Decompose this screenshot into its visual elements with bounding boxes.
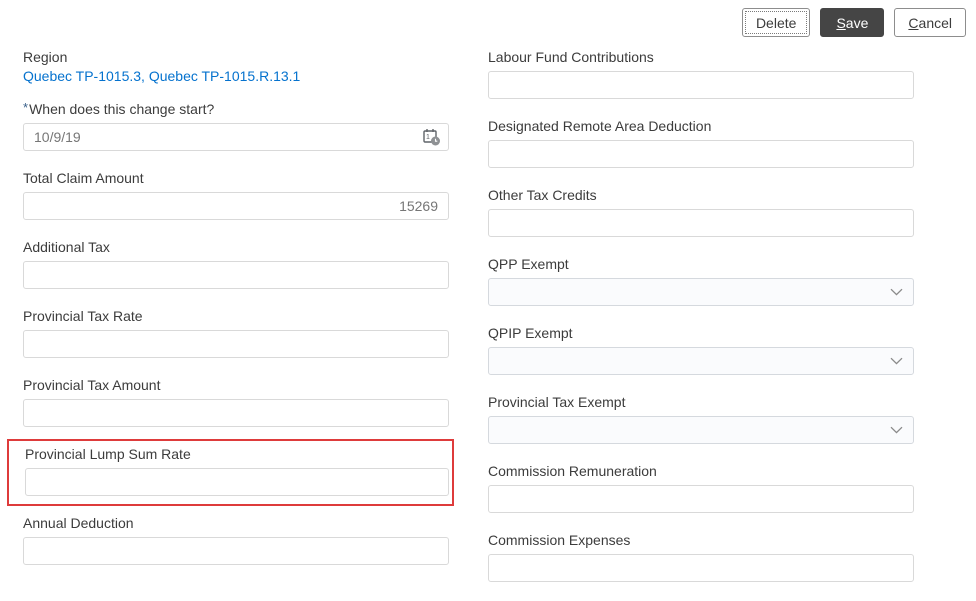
- qpp-exempt-group: QPP Exempt: [488, 256, 914, 306]
- svg-text:1: 1: [426, 134, 430, 141]
- provincial-tax-exempt-select[interactable]: [488, 416, 914, 444]
- commission-remuneration-group: Commission Remuneration: [488, 463, 914, 513]
- left-column: Region Quebec TP-1015.3, Quebec TP-1015.…: [7, 49, 454, 601]
- delete-button-label: Delete: [755, 14, 797, 31]
- qpip-exempt-label: QPIP Exempt: [488, 325, 573, 341]
- provincial-tax-exempt-label: Provincial Tax Exempt: [488, 394, 626, 410]
- toolbar: Delete Save Cancel: [741, 8, 966, 37]
- annual-deduction-input[interactable]: [23, 537, 449, 565]
- chevron-down-icon: [890, 352, 903, 370]
- region-label: Region: [23, 49, 68, 65]
- save-button-accesskey: S: [836, 14, 846, 31]
- remote-area-deduction-input[interactable]: [488, 140, 914, 168]
- commission-remuneration-label: Commission Remuneration: [488, 463, 657, 479]
- qpp-exempt-label: QPP Exempt: [488, 256, 569, 272]
- cancel-button-label: ancel: [918, 14, 952, 31]
- right-column: Labour Fund Contributions Designated Rem…: [488, 49, 914, 601]
- provincial-lump-sum-rate-group-highlighted: Provincial Lump Sum Rate: [7, 439, 454, 506]
- provincial-tax-rate-label: Provincial Tax Rate: [23, 308, 143, 324]
- labour-fund-group: Labour Fund Contributions: [488, 49, 914, 99]
- start-date-group: *When does this change start? 1: [23, 100, 449, 151]
- chevron-down-icon: [890, 283, 903, 301]
- region-value-link[interactable]: Quebec TP-1015.3, Quebec TP-1015.R.13.1: [23, 68, 300, 84]
- calendar-clock-icon[interactable]: 1: [422, 128, 441, 147]
- start-date-label: *When does this change start?: [23, 100, 215, 117]
- cancel-button-accesskey: C: [908, 14, 919, 31]
- provincial-tax-amount-group: Provincial Tax Amount: [23, 377, 449, 427]
- provincial-tax-rate-input[interactable]: [23, 330, 449, 358]
- additional-tax-label: Additional Tax: [23, 239, 110, 255]
- commission-expenses-group: Commission Expenses: [488, 532, 914, 582]
- commission-expenses-label: Commission Expenses: [488, 532, 631, 548]
- provincial-tax-rate-group: Provincial Tax Rate: [23, 308, 449, 358]
- qpip-exempt-group: QPIP Exempt: [488, 325, 914, 375]
- additional-tax-group: Additional Tax: [23, 239, 449, 289]
- other-tax-credits-label: Other Tax Credits: [488, 187, 597, 203]
- save-button[interactable]: Save: [820, 8, 885, 37]
- form-body: Region Quebec TP-1015.3, Quebec TP-1015.…: [7, 49, 914, 601]
- total-claim-label: Total Claim Amount: [23, 170, 144, 186]
- commission-expenses-input[interactable]: [488, 554, 914, 582]
- labour-fund-input[interactable]: [488, 71, 914, 99]
- qpp-exempt-select[interactable]: [488, 278, 914, 306]
- remote-area-deduction-label: Designated Remote Area Deduction: [488, 118, 712, 134]
- annual-deduction-label: Annual Deduction: [23, 515, 134, 531]
- provincial-tax-amount-input[interactable]: [23, 399, 449, 427]
- start-date-input[interactable]: [23, 123, 449, 151]
- other-tax-credits-input[interactable]: [488, 209, 914, 237]
- provincial-lump-sum-rate-label: Provincial Lump Sum Rate: [25, 446, 191, 462]
- annual-deduction-group: Annual Deduction: [23, 515, 449, 565]
- commission-remuneration-input[interactable]: [488, 485, 914, 513]
- other-tax-credits-group: Other Tax Credits: [488, 187, 914, 237]
- required-marker: *: [23, 100, 29, 115]
- total-claim-input[interactable]: [23, 192, 449, 220]
- remote-area-deduction-group: Designated Remote Area Deduction: [488, 118, 914, 168]
- cancel-button[interactable]: Cancel: [894, 8, 966, 37]
- region-group: Region Quebec TP-1015.3, Quebec TP-1015.…: [23, 49, 449, 86]
- save-button-label: ave: [845, 14, 869, 31]
- labour-fund-label: Labour Fund Contributions: [488, 49, 654, 65]
- chevron-down-icon: [890, 421, 903, 439]
- additional-tax-input[interactable]: [23, 261, 449, 289]
- provincial-tax-amount-label: Provincial Tax Amount: [23, 377, 161, 393]
- provincial-lump-sum-rate-input[interactable]: [25, 468, 449, 496]
- total-claim-group: Total Claim Amount: [23, 170, 449, 220]
- delete-button[interactable]: Delete: [741, 8, 811, 37]
- provincial-tax-exempt-group: Provincial Tax Exempt: [488, 394, 914, 444]
- qpip-exempt-select[interactable]: [488, 347, 914, 375]
